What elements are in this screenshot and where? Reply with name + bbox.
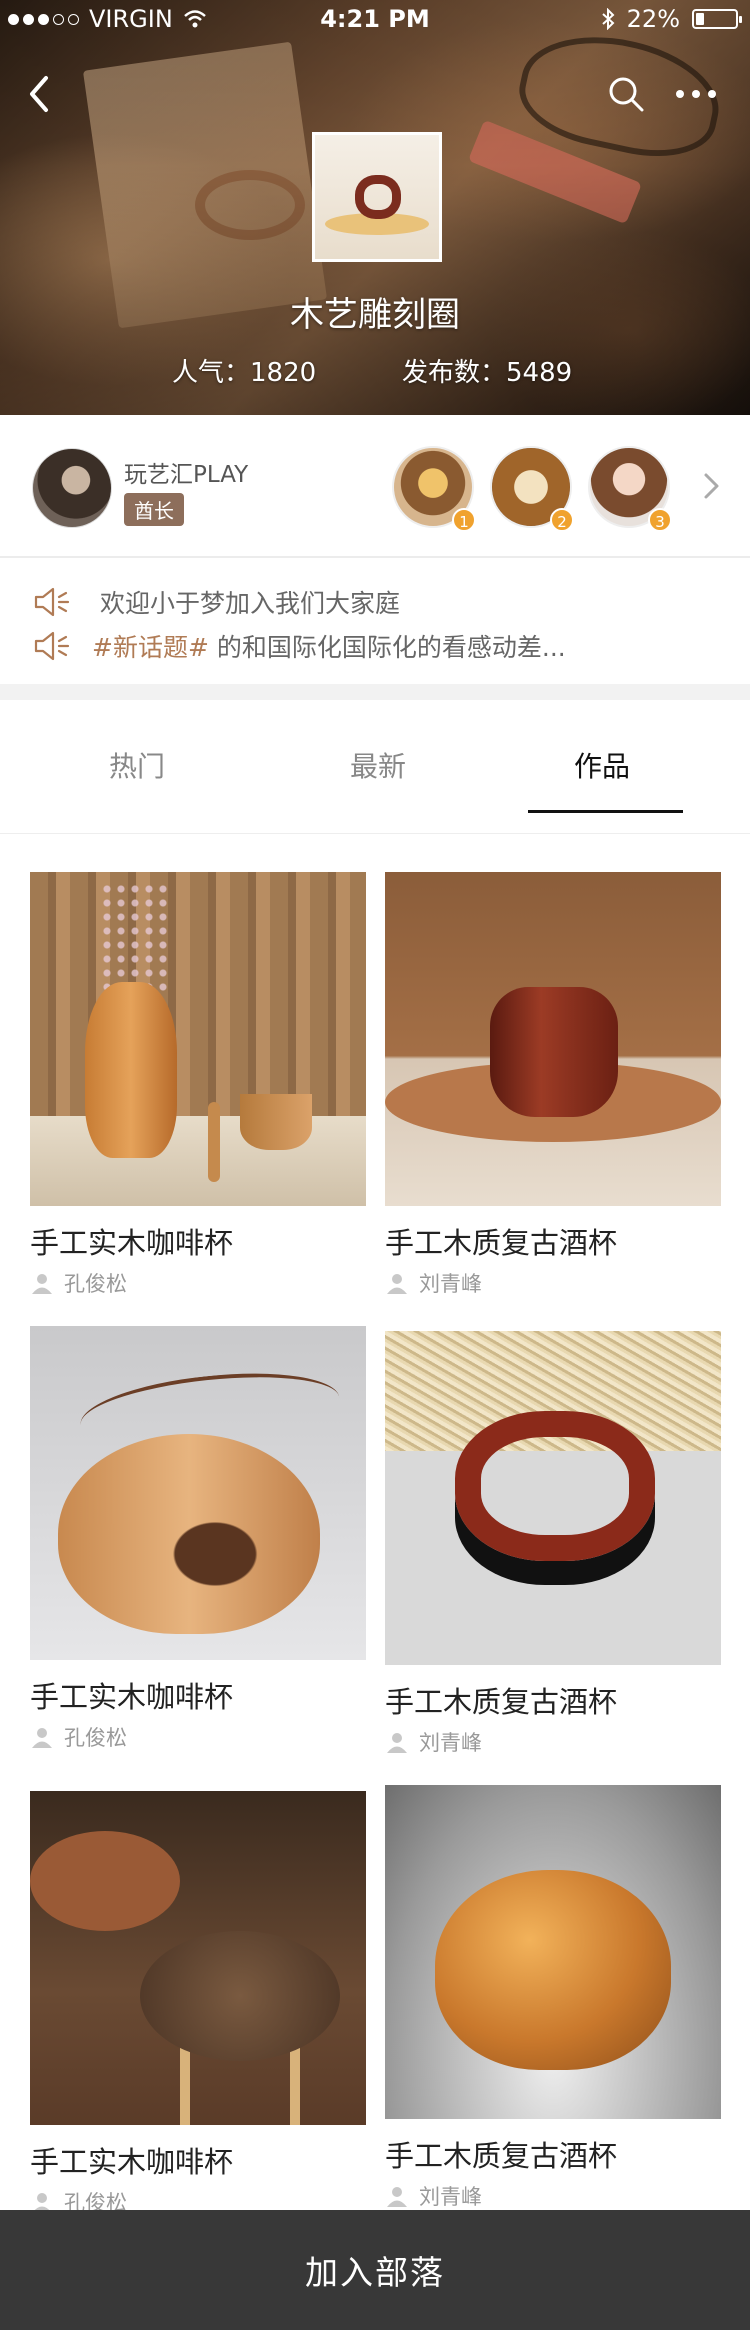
author-name: 孔俊松 [64, 1726, 127, 1750]
user-icon [387, 1733, 407, 1753]
join-tribe-button[interactable]: 加入部落 [0, 2210, 750, 2330]
notice-item[interactable]: 欢迎小于梦加入我们大家庭 [32, 582, 400, 622]
bluetooth-icon [601, 8, 615, 30]
user-icon [32, 1274, 52, 1294]
notice-item[interactable]: #新话题# 的和国际化国际化的看感动差... [32, 626, 566, 666]
product-author: 孔俊松 [30, 1722, 127, 1752]
circle-title: 木艺雕刻圈 [290, 295, 460, 335]
search-button[interactable] [600, 68, 652, 120]
owner-avatar[interactable] [32, 448, 112, 528]
tab-bar: 热门 最新 作品 [0, 700, 750, 834]
product-title: 手工木质复古酒杯 [385, 1226, 618, 1260]
product-title: 手工实木咖啡杯 [30, 2145, 234, 2179]
speaker-icon [34, 631, 70, 661]
author-name: 孔俊松 [64, 1272, 127, 1296]
post-count: 发布数：5489 [402, 358, 573, 388]
product-image[interactable] [30, 872, 366, 1206]
top-member-avatar-3[interactable]: 3 [588, 446, 672, 532]
notice-text: 的和国际化国际化的看感动差... [216, 633, 566, 662]
product-author: 刘青峰 [385, 1727, 482, 1757]
circle-cover-image [312, 132, 442, 262]
product-title: 手工木质复古酒杯 [385, 2139, 618, 2173]
notice-text: 欢迎小于梦加入我们大家庭 [100, 589, 401, 618]
user-icon [387, 2187, 407, 2207]
section-divider [0, 684, 750, 700]
owner-name[interactable]: 玩艺汇PLAY [124, 455, 248, 489]
popularity-count: 人气：1820 [172, 358, 317, 388]
rank-medal-icon: 1 [452, 508, 476, 532]
rank-medal-icon: 3 [648, 508, 672, 532]
author-name: 刘青峰 [419, 2185, 482, 2209]
product-image[interactable] [385, 1785, 721, 2119]
rank-medal-icon: 2 [550, 508, 574, 532]
product-title: 手工实木咖啡杯 [30, 1226, 234, 1260]
product-grid: 手工实木咖啡杯 孔俊松 手工木质复古酒杯 刘青峰 手工实木咖啡杯 孔俊松 手工木… [0, 834, 750, 2215]
status-bar: VIRGIN 4:21 PM 22% [0, 0, 750, 40]
battery-percentage: 22% [626, 5, 680, 33]
product-title: 手工木质复古酒杯 [385, 1685, 618, 1719]
notice-board: 欢迎小于梦加入我们大家庭 #新话题# 的和国际化国际化的看感动差... [0, 558, 750, 684]
top-member-avatar-2[interactable]: 2 [490, 446, 574, 532]
owner-badge: 酋长 [124, 493, 184, 526]
tab-works[interactable]: 作品 [522, 745, 682, 785]
more-dots-icon [676, 90, 716, 98]
search-icon [609, 77, 644, 112]
product-author: 刘青峰 [385, 2181, 482, 2211]
active-tab-indicator [528, 810, 683, 813]
owner-row: 玩艺汇PLAY 酋长 1 2 3 [0, 415, 750, 558]
product-image[interactable] [30, 1791, 366, 2125]
product-image[interactable] [30, 1326, 366, 1660]
battery-icon [692, 9, 742, 29]
user-icon [32, 1728, 52, 1748]
chevron-left-icon [30, 76, 48, 112]
product-image[interactable] [385, 1331, 721, 1665]
chevron-right-icon[interactable] [696, 471, 726, 501]
author-name: 刘青峰 [419, 1731, 482, 1755]
circle-header: VIRGIN 4:21 PM 22% 木艺雕刻圈 人气：1820 发布数：548… [0, 0, 750, 415]
product-author: 刘青峰 [385, 1268, 482, 1298]
top-member-avatar-1[interactable]: 1 [392, 446, 476, 532]
tab-hot[interactable]: 热门 [57, 745, 217, 785]
back-button[interactable] [14, 68, 66, 120]
product-title: 手工实木咖啡杯 [30, 1680, 234, 1714]
author-name: 刘青峰 [419, 1272, 482, 1296]
product-author: 孔俊松 [30, 1268, 127, 1298]
speaker-icon [34, 587, 70, 617]
tab-latest[interactable]: 最新 [298, 745, 458, 785]
more-button[interactable] [670, 68, 722, 120]
product-image[interactable] [385, 872, 721, 1206]
user-icon [387, 1274, 407, 1294]
notice-topic[interactable]: #新话题# [92, 628, 209, 664]
